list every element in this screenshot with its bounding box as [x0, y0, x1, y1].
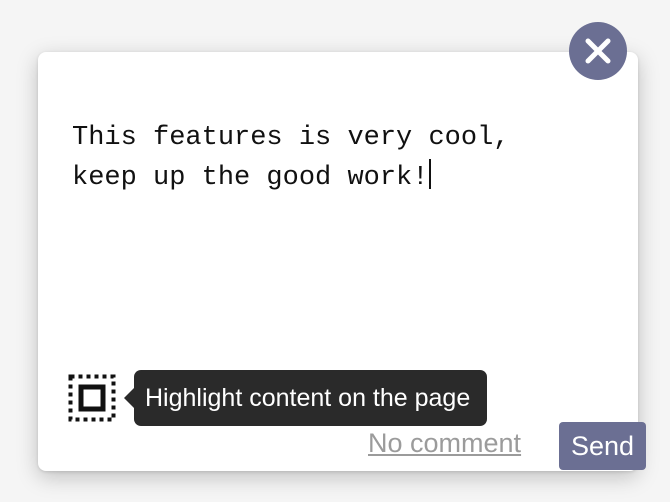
- feedback-text-area[interactable]: This features is very cool, keep up the …: [72, 118, 592, 198]
- highlight-tooltip: Highlight content on the page: [124, 370, 487, 426]
- close-button[interactable]: [569, 22, 627, 80]
- tooltip-text: Highlight content on the page: [145, 384, 471, 412]
- highlight-select-icon: [68, 374, 116, 422]
- text-caret: [429, 159, 432, 189]
- tooltip-arrow: [124, 388, 134, 408]
- highlight-button[interactable]: [68, 374, 116, 422]
- no-comment-link[interactable]: No comment: [368, 428, 521, 459]
- send-button[interactable]: Send: [559, 422, 646, 470]
- close-icon: [585, 38, 611, 64]
- feedback-text: This features is very cool, keep up the …: [72, 123, 510, 193]
